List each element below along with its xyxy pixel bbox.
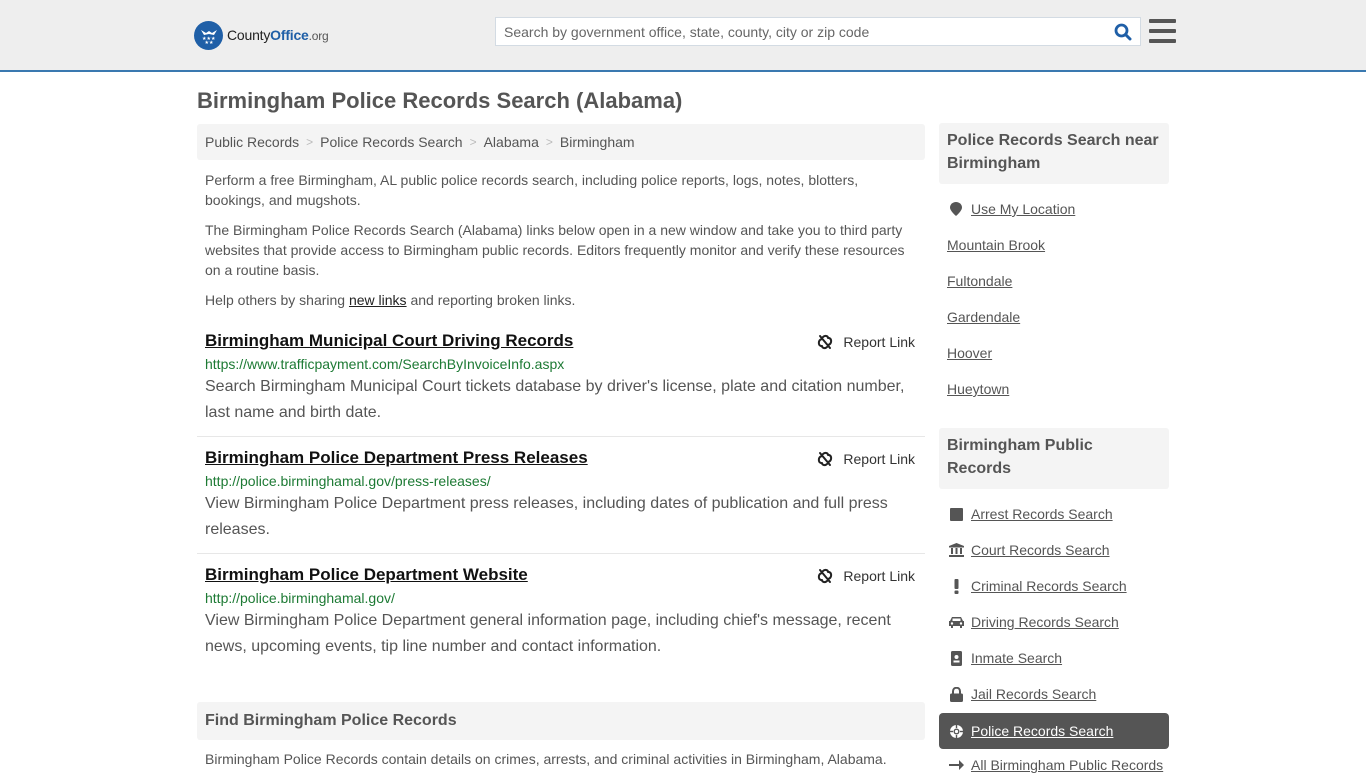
breadcrumb-birmingham[interactable]: Birmingham: [560, 134, 635, 150]
courthouse-icon: [947, 543, 965, 557]
result-description: Search Birmingham Municipal Court ticket…: [205, 378, 905, 421]
hamburger-menu-icon: [1149, 19, 1176, 23]
report-link-button[interactable]: Report Link: [817, 334, 915, 350]
arrow-right-icon: [947, 759, 965, 771]
sidebar-item-criminal-records[interactable]: Criminal Records Search: [947, 578, 1127, 594]
result-title-link[interactable]: Birmingham Municipal Court Driving Recor…: [205, 330, 917, 352]
sidebar-item-label: Arrest Records Search: [971, 506, 1113, 522]
sidebar-item-label: All Birmingham Public Records: [971, 757, 1164, 773]
breadcrumb-separator: >: [545, 135, 553, 149]
broken-link-icon: [818, 451, 833, 467]
sidebar-item-all-public-records[interactable]: All Birmingham Public Records: [947, 757, 1163, 773]
result-item: Birmingham Police Department Press Relea…: [197, 447, 925, 554]
breadcrumb-public-records[interactable]: Public Records: [205, 134, 299, 150]
breadcrumb-separator: >: [469, 135, 477, 149]
nearby-city-link[interactable]: Gardendale: [947, 309, 1020, 325]
id-badge-icon: [947, 650, 965, 666]
sidebar-item-label: Jail Records Search: [971, 686, 1097, 702]
result-url[interactable]: https://www.trafficpayment.com/SearchByI…: [205, 355, 917, 373]
result-url[interactable]: http://police.birminghamal.gov/press-rel…: [205, 472, 917, 490]
use-my-location-link[interactable]: Use My Location: [947, 201, 1075, 217]
crosshairs-icon: [947, 723, 965, 739]
breadcrumb-separator: >: [306, 135, 314, 149]
breadcrumb-alabama[interactable]: Alabama: [484, 134, 539, 150]
intro-paragraph-1: Perform a free Birmingham, AL public pol…: [205, 172, 859, 208]
site-logo[interactable]: ★★★ ★★ CountyOffice.org: [194, 20, 329, 50]
sidebar-item-label: Driving Records Search: [971, 614, 1119, 630]
report-link-button[interactable]: Report Link: [817, 451, 915, 467]
sidebar-item-inmate-search[interactable]: Inmate Search: [947, 650, 1062, 666]
map-marker-icon: [947, 202, 965, 216]
report-link-label: Report Link: [843, 451, 915, 467]
result-title-link[interactable]: Birmingham Police Department Website: [205, 564, 917, 586]
find-section-heading: Find Birmingham Police Records: [197, 702, 925, 740]
sidebar-item-jail-records[interactable]: Jail Records Search: [947, 686, 1096, 702]
nearby-city-link[interactable]: Mountain Brook: [947, 237, 1045, 253]
intro-paragraph-3: Help others by sharing new links and rep…: [205, 290, 917, 310]
sidebar-item-label: Inmate Search: [971, 650, 1063, 666]
nearby-heading: Police Records Search near Birmingham: [939, 123, 1169, 184]
logo-text: CountyOffice.org: [227, 27, 329, 43]
search-input[interactable]: [496, 18, 1106, 45]
nearby-city-link[interactable]: Hoover: [947, 345, 992, 361]
sidebar-item-label: Court Records Search: [971, 542, 1110, 558]
hamburger-menu-button[interactable]: [1149, 18, 1176, 44]
square-icon: [947, 507, 965, 521]
sidebar-item-court-records[interactable]: Court Records Search: [947, 542, 1110, 558]
intro-paragraph-2: The Birmingham Police Records Search (Al…: [205, 222, 905, 278]
result-item: Birmingham Municipal Court Driving Recor…: [197, 330, 925, 437]
page-title: Birmingham Police Records Search (Alabam…: [197, 88, 683, 113]
report-link-label: Report Link: [843, 334, 915, 350]
breadcrumb-police-records-search[interactable]: Police Records Search: [320, 134, 462, 150]
report-link-label: Report Link: [843, 568, 915, 584]
menu-bar: [1149, 29, 1176, 33]
use-my-location-label: Use My Location: [971, 201, 1076, 217]
sidebar-item-label: Police Records Search: [971, 723, 1114, 739]
svg-text:★★: ★★: [204, 40, 213, 45]
report-link-button[interactable]: Report Link: [817, 568, 915, 584]
sidebar-item-label: Criminal Records Search: [971, 578, 1127, 594]
lock-icon: [947, 686, 965, 702]
search-button[interactable]: [1106, 18, 1140, 45]
car-icon: [947, 616, 965, 628]
search-bar: [495, 17, 1141, 46]
public-records-heading: Birmingham Public Records: [939, 428, 1169, 489]
site-header: ★★★ ★★ CountyOffice.org: [0, 0, 1366, 72]
nearby-city-link[interactable]: Hueytown: [947, 381, 1009, 397]
menu-bar: [1149, 39, 1176, 43]
help-text: Help others by sharing: [205, 292, 349, 308]
result-description: View Birmingham Police Department press …: [205, 495, 888, 538]
nearby-city-link[interactable]: Fultondale: [947, 273, 1012, 289]
sidebar-item-arrest-records[interactable]: Arrest Records Search: [947, 506, 1113, 522]
sidebar-item-police-records[interactable]: Police Records Search: [939, 713, 1169, 749]
breadcrumb: Public Records > Police Records Search >…: [197, 124, 925, 160]
broken-link-icon: [818, 334, 833, 350]
find-section-text: Birmingham Police Records contain detail…: [205, 751, 887, 767]
exclamation-icon: [947, 578, 965, 594]
new-links-link[interactable]: new links: [349, 292, 407, 308]
sidebar-item-driving-records[interactable]: Driving Records Search: [947, 614, 1119, 630]
search-icon: [1114, 23, 1132, 40]
broken-link-icon: [818, 568, 833, 584]
eagle-logo-icon: ★★★ ★★: [194, 20, 223, 50]
help-text-end: and reporting broken links.: [406, 292, 576, 308]
result-url[interactable]: http://police.birminghamal.gov/: [205, 589, 917, 607]
result-title-link[interactable]: Birmingham Police Department Press Relea…: [205, 447, 917, 469]
result-item: Birmingham Police Department Website Rep…: [197, 564, 925, 671]
result-description: View Birmingham Police Department genera…: [205, 612, 891, 655]
